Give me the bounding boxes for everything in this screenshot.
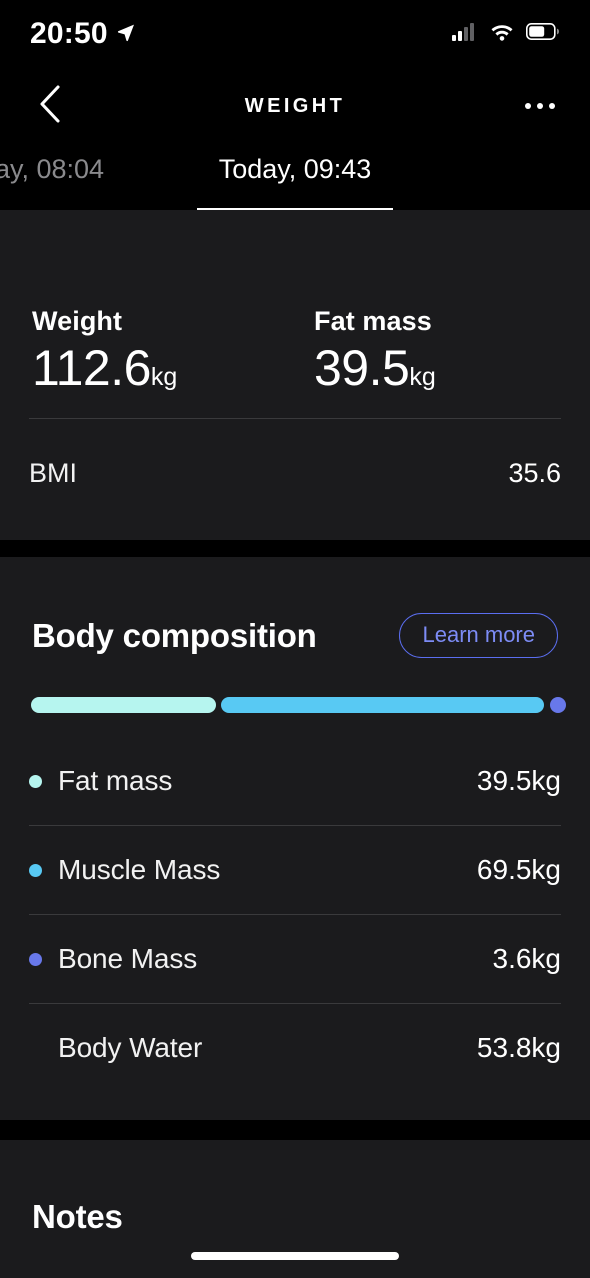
chevron-left-icon — [39, 84, 61, 128]
metric-fat-mass-value: 39.5kg — [314, 339, 436, 397]
weight-detail-screen: 20:50 WEIGHT ay, 08:04 Today, 09:43 Weig… — [0, 0, 590, 1278]
metric-weight-number: 112.6 — [32, 340, 151, 396]
legend-dot-muscle-mass — [29, 863, 42, 877]
body-composition-header: Body composition Learn more — [32, 613, 558, 658]
metric-weight-value: 112.6kg — [32, 339, 314, 397]
bmi-label: BMI — [29, 458, 78, 488]
list-item[interactable]: Fat mass 39.5kg — [29, 737, 561, 825]
status-bar-right — [452, 22, 560, 46]
tab-previous-measurement[interactable]: ay, 08:04 — [0, 142, 197, 210]
list-item-label: Bone Mass — [58, 943, 198, 974]
list-item-value: 39.5kg — [476, 765, 561, 796]
metric-fat-mass: Fat mass 39.5kg — [314, 306, 436, 397]
list-item-label: Body Water — [58, 1032, 203, 1063]
learn-more-button[interactable]: Learn more — [399, 613, 558, 658]
list-item[interactable]: Muscle Mass 69.5kg — [29, 826, 561, 914]
bar-segment-muscle-mass — [221, 697, 544, 713]
cellular-signal-icon — [452, 22, 478, 46]
metric-weight: Weight 112.6kg — [32, 306, 314, 397]
legend-dot-bone-mass — [29, 952, 42, 966]
metric-weight-label: Weight — [32, 306, 123, 336]
home-indicator[interactable] — [191, 1252, 399, 1260]
back-button[interactable] — [26, 82, 74, 130]
body-composition-card: Body composition Learn more Fat mass 39.… — [0, 557, 590, 1120]
page-title: WEIGHT — [244, 94, 346, 117]
body-composition-bar — [31, 697, 566, 713]
weight-summary-card: Weight 112.6kg Fat mass 39.5kg BMI 35.6 — [0, 210, 590, 540]
notes-title: Notes — [32, 1198, 123, 1235]
location-arrow-icon — [116, 22, 136, 47]
metric-fat-mass-unit: kg — [409, 363, 436, 391]
navigation-bar: WEIGHT — [0, 70, 590, 142]
tab-today-measurement[interactable]: Today, 09:43 — [197, 142, 393, 210]
bmi-value: 35.6 — [508, 458, 561, 488]
metric-fat-mass-number: 39.5 — [314, 340, 410, 396]
wifi-icon — [489, 22, 515, 46]
body-composition-title: Body composition — [32, 616, 317, 654]
legend-dot-body-water — [29, 1042, 42, 1055]
more-horizontal-icon — [525, 103, 555, 109]
bar-segment-bone-mass — [550, 697, 566, 713]
more-options-button[interactable] — [514, 84, 566, 128]
status-bar-left: 20:50 — [30, 17, 136, 51]
metric-fat-mass-label: Fat mass — [314, 306, 432, 336]
status-bar-clock: 20:50 — [30, 17, 108, 50]
metric-weight-unit: kg — [150, 363, 178, 391]
list-item-value: 69.5kg — [476, 854, 561, 885]
bar-segment-fat-mass — [31, 697, 216, 713]
weight-card-divider — [29, 418, 561, 419]
body-composition-list: Fat mass 39.5kg Muscle Mass 69.5kg Bone … — [29, 737, 561, 1092]
bmi-row: BMI 35.6 — [29, 458, 561, 489]
battery-icon — [526, 23, 560, 45]
list-item-label: Muscle Mass — [58, 854, 221, 885]
list-item-value: 3.6kg — [492, 943, 562, 974]
primary-metrics: Weight 112.6kg Fat mass 39.5kg — [0, 210, 590, 397]
measurement-tab-strip[interactable]: ay, 08:04 Today, 09:43 — [0, 142, 590, 210]
list-item[interactable]: Body Water 53.8kg — [29, 1004, 561, 1092]
list-item-value: 53.8kg — [476, 1032, 561, 1063]
list-item-label: Fat mass — [58, 765, 173, 796]
list-item[interactable]: Bone Mass 3.6kg — [29, 915, 561, 1003]
legend-dot-fat-mass — [29, 774, 42, 788]
status-bar: 20:50 — [0, 0, 590, 68]
